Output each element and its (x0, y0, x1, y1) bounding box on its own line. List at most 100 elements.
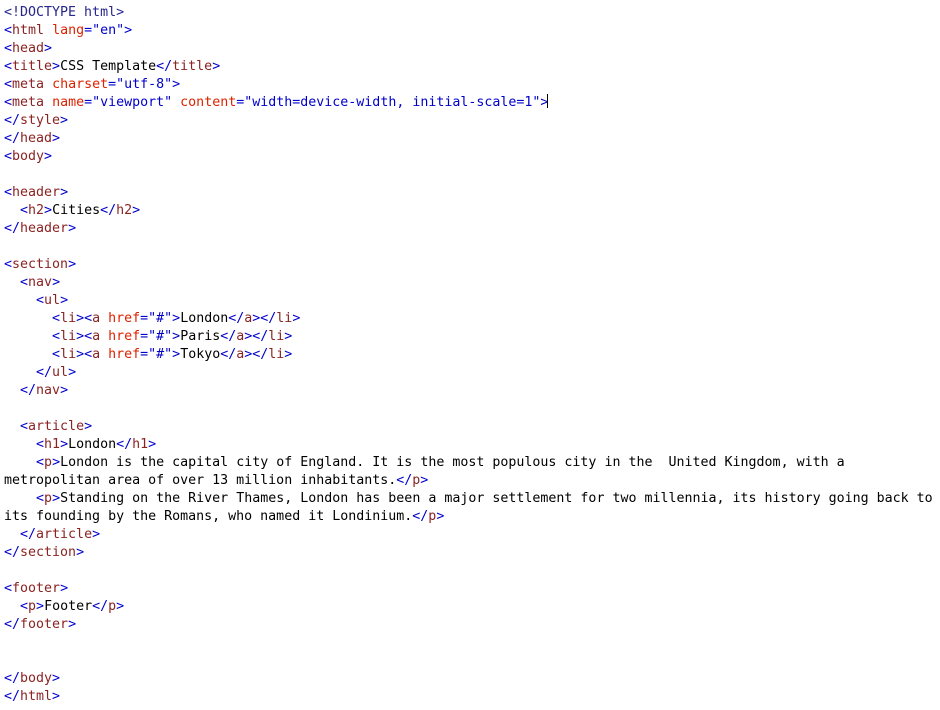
code-token-tag: p (28, 599, 37, 614)
code-token-tag: li (60, 329, 77, 344)
code-token-text: Footer (44, 599, 93, 614)
code-line[interactable]: <p>London is the capital city of England… (4, 454, 940, 472)
code-line[interactable]: <meta name="viewport" content="width=dev… (4, 94, 940, 112)
code-token-punct: </ (220, 347, 237, 362)
code-line[interactable] (4, 562, 940, 580)
code-token-punct: < (36, 437, 45, 452)
code-token-tag: p (44, 491, 53, 506)
code-line[interactable]: </section> (4, 544, 940, 562)
code-token-punct: </ (20, 527, 37, 542)
code-token-punct: > (292, 311, 301, 326)
code-token-punct: > (68, 617, 77, 632)
code-token-value: ="viewport" (84, 95, 181, 110)
code-token-tag: nav (36, 383, 61, 398)
code-line[interactable]: </html> (4, 688, 940, 706)
code-token-tag: title (12, 59, 53, 74)
code-line[interactable] (4, 238, 940, 256)
code-token-punct: </ (412, 509, 429, 524)
code-token-punct: < (20, 419, 29, 434)
code-token-punct: < (4, 41, 13, 56)
code-token-punct: > (52, 689, 61, 704)
code-line[interactable]: </style> (4, 112, 940, 130)
code-line[interactable]: <p>Footer</p> (4, 598, 940, 616)
code-line[interactable]: </footer> (4, 616, 940, 634)
code-token-tag: meta (12, 77, 45, 92)
code-line[interactable] (4, 652, 940, 670)
code-token-punct: > (148, 437, 157, 452)
code-editor-view[interactable]: <!DOCTYPE html> <html lang="en"> <head> <ti… (0, 0, 940, 710)
code-line[interactable]: <title>CSS Template</title> (4, 58, 940, 76)
code-token-tag: html (20, 689, 53, 704)
code-line[interactable]: <meta charset="utf-8"> (4, 76, 940, 94)
code-line[interactable]: <li><a href="#">London</a></li> (4, 310, 940, 328)
code-token-punct: </ (4, 113, 21, 128)
code-token-tag: a (92, 311, 101, 326)
code-line[interactable]: <h2>Cities</h2> (4, 202, 940, 220)
code-line[interactable]: </head> (4, 130, 940, 148)
code-token-punct: < (4, 77, 13, 92)
code-line[interactable]: <body> (4, 148, 940, 166)
code-token-punct: < (4, 59, 13, 74)
code-token-punct: ></ (252, 311, 277, 326)
code-token-punct: </ (116, 437, 133, 452)
code-token-punct: < (4, 23, 13, 38)
code-token-tag: html (12, 23, 45, 38)
code-line[interactable]: metropolitan area of over 13 million inh… (4, 472, 940, 490)
code-line[interactable]: <li><a href="#">Tokyo</a></li> (4, 346, 940, 364)
code-line[interactable]: <html lang="en"> (4, 22, 940, 40)
code-token-punct: >< (76, 347, 93, 362)
code-token-attr: href (108, 347, 141, 362)
code-token-punct: < (52, 311, 61, 326)
code-line[interactable]: <p>Standing on the River Thames, London … (4, 490, 940, 508)
code-line[interactable]: <nav> (4, 274, 940, 292)
code-token-punct: > (44, 149, 53, 164)
code-line[interactable]: <li><a href="#">Paris</a></li> (4, 328, 940, 346)
code-line[interactable]: </body> (4, 670, 940, 688)
code-line[interactable]: <footer> (4, 580, 940, 598)
code-line[interactable]: <article> (4, 418, 940, 436)
code-line[interactable] (4, 400, 940, 418)
code-token-punct: > (52, 455, 61, 470)
code-token-punct: > (36, 599, 45, 614)
code-line[interactable]: <header> (4, 184, 940, 202)
code-token-tag: body (12, 149, 45, 164)
code-token-punct: >< (76, 329, 93, 344)
code-token-punct: ></ (244, 347, 269, 362)
code-line[interactable]: its founding by the Romans, who named it… (4, 508, 940, 526)
code-token-punct: > (68, 221, 77, 236)
code-line[interactable]: <h1>London</h1> (4, 436, 940, 454)
code-token-punct: > (284, 329, 293, 344)
code-token-punct: > (60, 185, 69, 200)
text-caret (547, 94, 549, 108)
code-token-punct: < (52, 347, 61, 362)
code-token-punct: < (4, 581, 13, 596)
code-line[interactable]: <section> (4, 256, 940, 274)
code-token-tag: h1 (132, 437, 149, 452)
code-line[interactable]: </nav> (4, 382, 940, 400)
code-line[interactable] (4, 634, 940, 652)
code-token-punct: < (52, 329, 61, 344)
code-line[interactable] (4, 166, 940, 184)
code-lines-container[interactable]: <!DOCTYPE html> <html lang="en"> <head> <ti… (4, 4, 940, 706)
code-token-text: London (68, 437, 117, 452)
code-line[interactable]: <head> (4, 40, 940, 58)
code-line[interactable]: <!DOCTYPE html> (4, 4, 940, 22)
code-line[interactable]: <ul> (4, 292, 940, 310)
code-token-attr: href (108, 311, 141, 326)
code-token-value: ="utf-8"> (108, 77, 181, 92)
code-token-attr: content (180, 95, 237, 110)
code-line[interactable]: </ul> (4, 364, 940, 382)
code-token-punct: </ (4, 545, 21, 560)
code-line[interactable]: </header> (4, 220, 940, 238)
code-token-punct: >< (76, 311, 93, 326)
code-token-tag: footer (12, 581, 61, 596)
code-line[interactable]: </article> (4, 526, 940, 544)
